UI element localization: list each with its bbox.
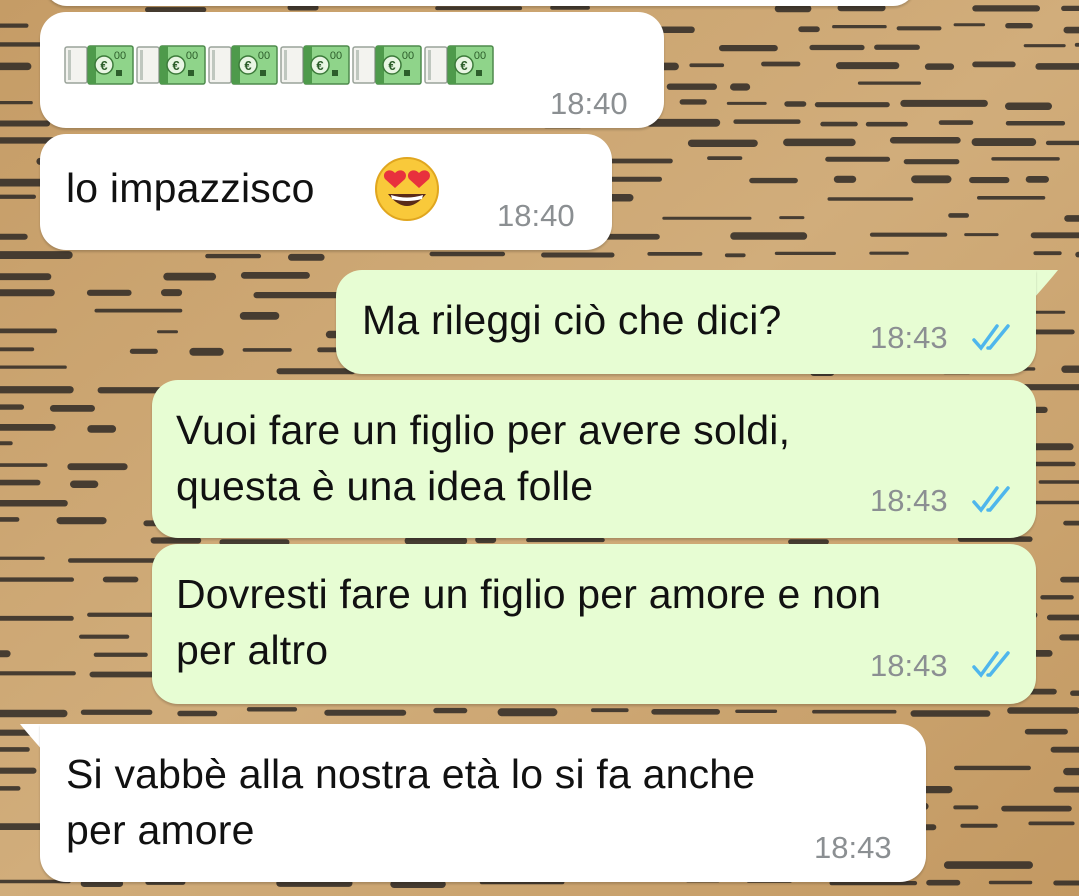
read-receipt-icon [972,651,1010,678]
svg-text:00: 00 [258,50,270,62]
svg-text:€: € [244,58,251,73]
euro-banknote-emoji-icon: €00 [424,45,494,85]
message-timestamp: 18:43 [870,320,948,355]
message-text-line: per altro [176,627,329,673]
euro-banknote-emoji-icon: €00 [64,45,134,85]
message-timestamp: 18:40 [550,86,628,121]
message-text: Ma rileggi ciò che dici? [362,297,782,343]
svg-text:€: € [316,58,323,73]
message-timestamp: 18:43 [870,648,948,683]
euro-banknote-emoji-icon: €00 [280,45,350,85]
read-receipt-icon [972,324,1010,351]
message-text-line: per amore [66,807,255,853]
read-receipt-icon [972,486,1010,513]
money-emoji-row: €00 €00 €00 €00 €00 €00 [64,44,494,86]
svg-text:€: € [388,58,395,73]
svg-text:00: 00 [402,50,414,62]
message-timestamp: 18:43 [814,830,892,865]
svg-text:00: 00 [114,50,126,62]
message-text: lo impazzisco [66,165,315,211]
message-timestamp: 18:40 [497,198,575,233]
svg-text:€: € [100,58,107,73]
message-text-line: Si vabbè alla nostra età lo si fa anche [66,751,756,797]
message-text-line: questa è una idea folle [176,463,594,509]
message-bubble-outgoing[interactable]: Dovresti fare un figlio per amore e non … [152,544,1036,704]
message-bubble-incoming[interactable]: lo impazzisco 18:40 [40,134,612,250]
euro-banknote-emoji-icon: €00 [208,45,278,85]
svg-text:€: € [172,58,179,73]
message-bubble-incoming[interactable]: Si vabbè alla nostra età lo si fa anche … [40,724,926,882]
heart-eyes-emoji-icon [375,157,439,221]
message-bubble-incoming[interactable]: €00 €00 €00 €00 €00 €00 18:40 [40,12,664,128]
svg-text:00: 00 [186,50,198,62]
message-bubble-outgoing[interactable]: Vuoi fare un figlio per avere soldi, que… [152,380,1036,538]
euro-banknote-emoji-icon: €00 [352,45,422,85]
message-bubble-outgoing[interactable]: Ma rileggi ciò che dici? 18:43 [336,270,1036,374]
svg-text:00: 00 [474,50,486,62]
svg-text:€: € [460,58,467,73]
message-text-line: Dovresti fare un figlio per amore e non [176,571,882,617]
message-bubble-incoming[interactable] [44,0,916,6]
euro-banknote-emoji-icon: €00 [136,45,206,85]
message-timestamp: 18:43 [870,483,948,518]
svg-text:00: 00 [330,50,342,62]
message-text-line: Vuoi fare un figlio per avere soldi, [176,407,791,453]
